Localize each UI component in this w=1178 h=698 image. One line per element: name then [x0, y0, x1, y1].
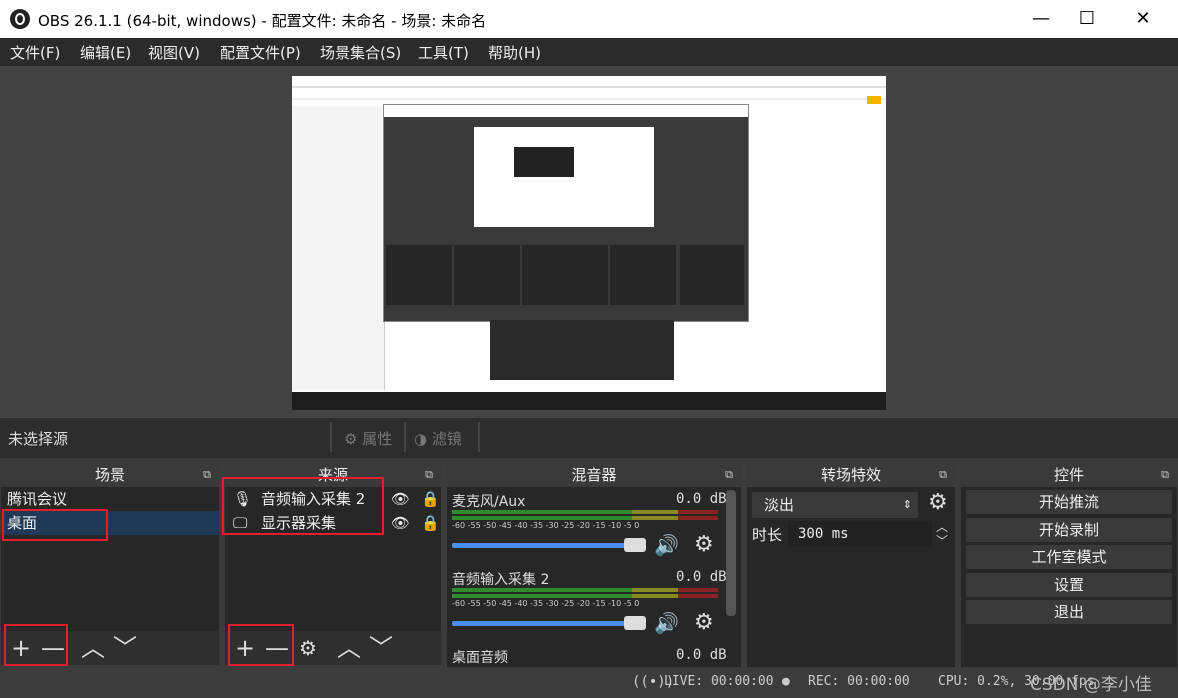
menu-edit[interactable]: 编辑(E) [80, 42, 131, 63]
status-bar: ((•)) LIVE: 00:00:00 ● REC: 00:00:00 CPU… [0, 668, 1178, 698]
filter-icon: ◑ [414, 430, 428, 448]
mixer-channel-db: 0.0 dB [676, 491, 727, 507]
preview-sidebar [292, 106, 385, 390]
menu-profile[interactable]: 配置文件(P) [220, 42, 301, 63]
menu-file[interactable]: 文件(F) [10, 42, 60, 63]
gear-icon[interactable]: ⚙ [694, 532, 714, 557]
volume-slider[interactable] [452, 543, 632, 548]
gear-icon[interactable]: ⚙ [928, 490, 948, 515]
window-title: OBS 26.1.1 (64-bit, windows) - 配置文件: 未命名… [38, 12, 487, 30]
live-status: LIVE: 00:00:00 [664, 674, 774, 689]
volume-slider-handle[interactable] [624, 538, 646, 552]
transitions-title: 转场特效 [820, 466, 881, 484]
volume-slider-handle[interactable] [624, 616, 646, 630]
move-up-icon[interactable]: ︿ [81, 633, 105, 663]
filters-button[interactable]: ◑ 滤镜 [414, 428, 462, 449]
transition-select[interactable]: 淡出 ⇕ [752, 492, 918, 518]
mixer-title: 混音器 [571, 466, 617, 484]
chevron-updown-icon: ⇕ [902, 498, 912, 511]
preview-nested-obs [383, 104, 749, 322]
preview-taskbar [292, 392, 886, 410]
speaker-icon[interactable]: 🔊 [654, 533, 679, 557]
properties-button[interactable]: ⚙ 属性 [344, 428, 392, 449]
highlight-box [222, 477, 384, 535]
move-down-icon[interactable]: ﹀ [113, 633, 137, 663]
highlight-box [4, 624, 68, 666]
rec-status: REC: 00:00:00 [808, 674, 910, 689]
mixer-channel-db: 0.0 dB [676, 569, 727, 585]
highlight-box [2, 509, 108, 541]
gear-icon[interactable]: ⚙ [694, 610, 714, 635]
scene-item[interactable]: 腾讯会议 [1, 487, 219, 511]
move-up-icon[interactable]: ︿ [337, 633, 361, 663]
speaker-icon[interactable]: 🔊 [654, 611, 679, 635]
menu-tools[interactable]: 工具(T) [418, 42, 469, 63]
volume-slider[interactable] [452, 621, 632, 626]
mixer-scrollbar[interactable] [726, 490, 736, 616]
scenes-title: 场景 [94, 466, 125, 484]
gear-icon[interactable]: ⚙ [299, 633, 317, 663]
undock-icon[interactable]: ⧉ [203, 463, 211, 487]
mixer-channel-name: 麦克风/Aux [452, 494, 526, 510]
preview-nested-lower [490, 320, 674, 380]
gear-icon: ⚙ [344, 430, 358, 448]
undock-icon[interactable]: ⧉ [939, 463, 947, 487]
settings-button[interactable]: 设置 [966, 573, 1172, 597]
start-recording-button[interactable]: 开始录制 [966, 518, 1172, 542]
undock-icon[interactable]: ⧉ [725, 463, 733, 487]
no-source-label: 未选择源 [8, 430, 69, 448]
mixer-channel-name: 桌面音频 [452, 650, 508, 666]
obs-logo-icon [10, 9, 30, 29]
studio-mode-button[interactable]: 工作室模式 [966, 545, 1172, 569]
mixer-channel-db: 0.0 dB [676, 647, 727, 663]
menu-view[interactable]: 视图(V) [148, 42, 200, 63]
undock-icon[interactable]: ⧉ [1161, 463, 1169, 487]
duration-input[interactable]: 300 ms [788, 521, 932, 547]
move-down-icon[interactable]: ﹀ [369, 633, 393, 663]
minimize-icon[interactable]: — [1018, 0, 1064, 38]
controls-title: 控件 [1053, 466, 1084, 484]
spin-down-icon[interactable]: ﹀ [936, 532, 948, 549]
record-indicator-icon: ● [782, 674, 790, 689]
undock-icon[interactable]: ⧉ [425, 463, 433, 487]
source-info-bar: 未选择源 ⚙ 属性 ◑ 滤镜 [0, 418, 1178, 458]
menu-scene-collection[interactable]: 场景集合(S) [320, 42, 401, 63]
meter-scale: -60 -55 -50 -45 -40 -35 -30 -25 -20 -15 … [452, 599, 640, 608]
mixer-channel-name: 音频输入采集 2 [452, 572, 550, 588]
maximize-icon[interactable]: ☐ [1064, 0, 1110, 38]
duration-label: 时长 [752, 526, 783, 544]
eye-icon[interactable]: 👁 [391, 511, 410, 535]
title-bar: OBS 26.1.1 (64-bit, windows) - 配置文件: 未命名… [0, 0, 1178, 38]
lock-icon[interactable]: 🔒 [421, 511, 440, 535]
start-streaming-button[interactable]: 开始推流 [966, 490, 1172, 514]
highlight-box [228, 624, 294, 666]
lock-icon[interactable]: 🔒 [421, 487, 440, 511]
menu-help[interactable]: 帮助(H) [488, 42, 541, 63]
close-icon[interactable]: ✕ [1120, 0, 1166, 38]
watermark: CSDN @李小佳 [1030, 675, 1152, 695]
exit-button[interactable]: 退出 [966, 600, 1172, 624]
meter-scale: -60 -55 -50 -45 -40 -35 -30 -25 -20 -15 … [452, 521, 640, 530]
menu-bar: 文件(F) 编辑(E) 视图(V) 配置文件(P) 场景集合(S) 工具(T) … [0, 38, 1178, 66]
eye-icon[interactable]: 👁 [391, 487, 410, 511]
